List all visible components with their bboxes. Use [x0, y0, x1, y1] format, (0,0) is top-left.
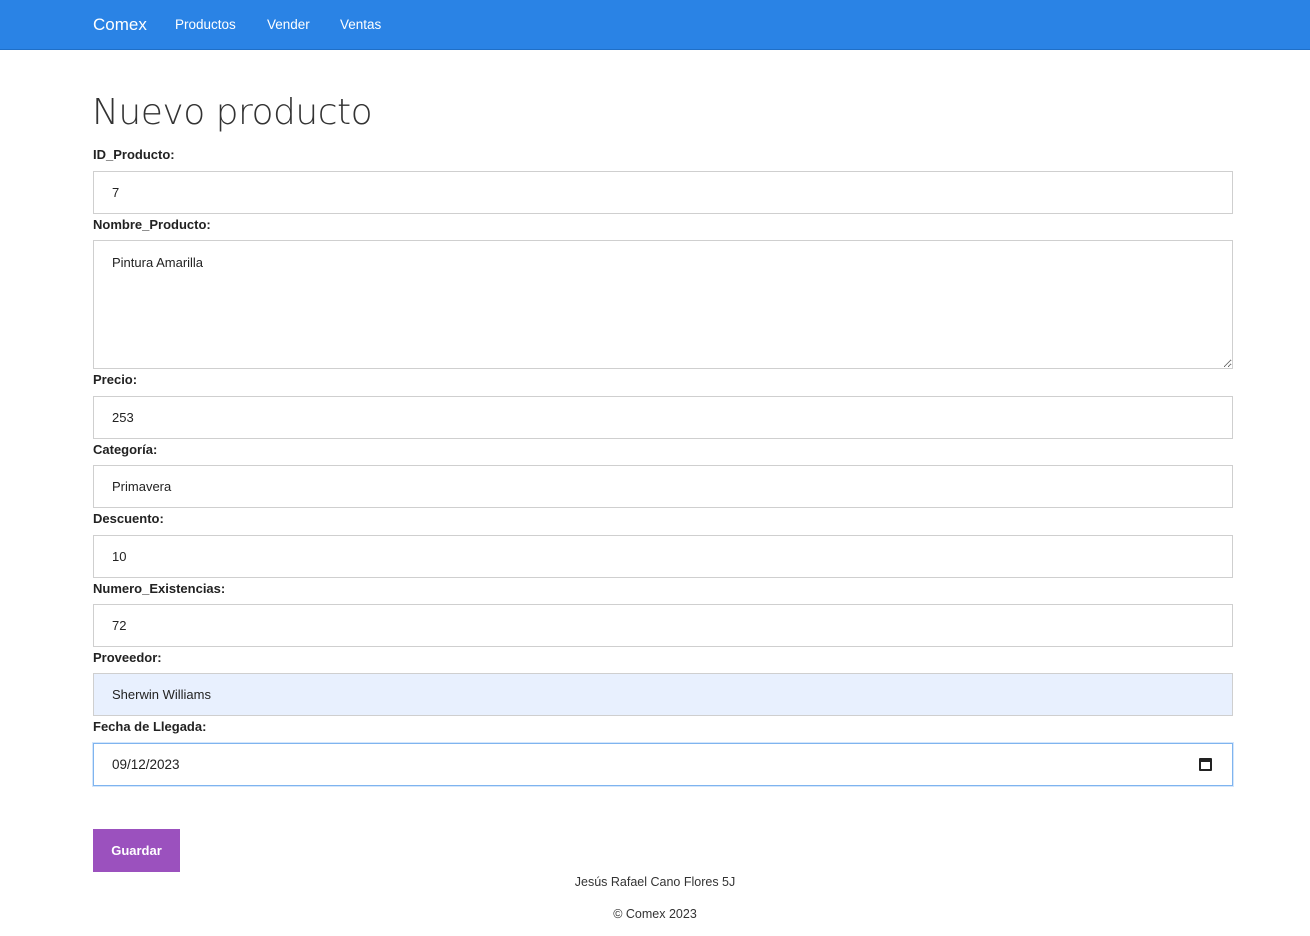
- price-label: Precio:: [93, 372, 138, 387]
- name-label: Nombre_Producto:: [93, 217, 211, 232]
- supplier-label: Proveedor:: [93, 650, 162, 665]
- nav-link-vender[interactable]: Vender: [267, 17, 310, 32]
- save-button[interactable]: Guardar: [93, 829, 180, 872]
- arrival-date-input[interactable]: 09/12/2023: [93, 743, 1233, 786]
- brand-link[interactable]: Comex: [93, 15, 147, 35]
- supplier-input[interactable]: [93, 673, 1233, 716]
- date-value: 09/12/2023: [112, 757, 180, 772]
- stock-label: Numero_Existencias:: [93, 581, 226, 596]
- category-input[interactable]: [93, 465, 1233, 508]
- footer-copyright: © Comex 2023: [613, 907, 697, 921]
- calendar-icon[interactable]: [1199, 758, 1212, 771]
- footer-author: Jesús Rafael Cano Flores 5J: [574, 875, 736, 889]
- id-input[interactable]: [93, 171, 1233, 214]
- discount-input[interactable]: [93, 535, 1233, 578]
- id-label: ID_Producto:: [93, 147, 175, 162]
- date-label: Fecha de Llegada:: [93, 719, 207, 734]
- page-title: Nuevo producto: [92, 92, 373, 133]
- price-input[interactable]: [93, 396, 1233, 439]
- category-label: Categoría:: [93, 442, 158, 457]
- nav-link-productos[interactable]: Productos: [175, 17, 236, 32]
- stock-input[interactable]: [93, 604, 1233, 647]
- discount-label: Descuento:: [93, 511, 164, 526]
- top-navbar: Comex Productos Vender Ventas: [0, 0, 1310, 50]
- nav-link-ventas[interactable]: Ventas: [340, 17, 381, 32]
- name-textarea[interactable]: Pintura Amarilla: [93, 240, 1233, 369]
